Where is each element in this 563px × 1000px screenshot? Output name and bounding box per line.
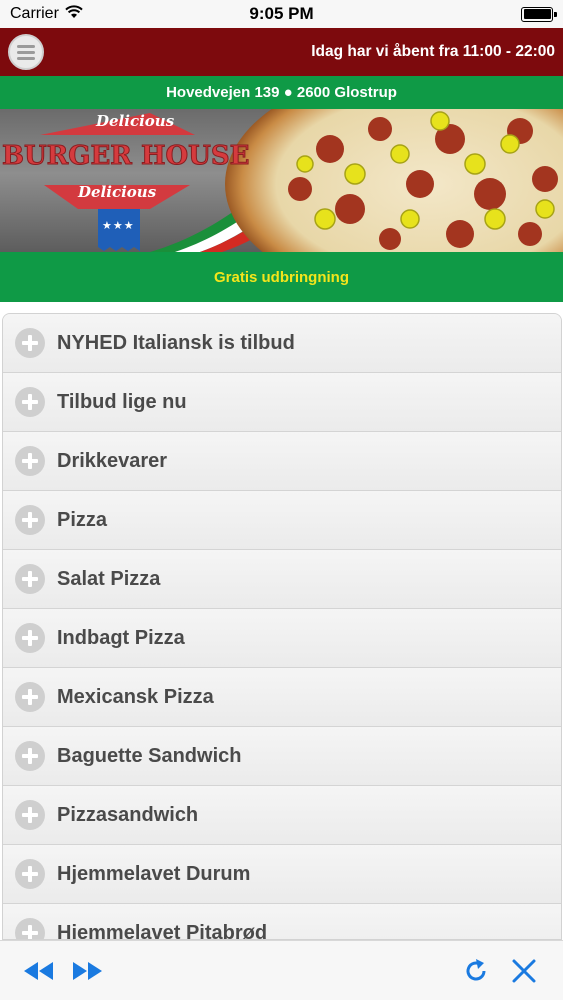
banner-stars: ★★★ (102, 220, 135, 232)
list-item-label: Drikkevarer (57, 449, 168, 472)
plus-circle-icon (15, 741, 45, 771)
plus-circle-icon (15, 564, 45, 594)
list-item-label: Pizzasandwich (57, 803, 199, 826)
plus-circle-icon (15, 446, 45, 476)
list-item-label: Indbagt Pizza (57, 626, 185, 649)
menu-category-list: NYHED Italiansk is tilbud Tilbud lige nu… (2, 313, 562, 940)
list-item-label: NYHED Italiansk is tilbud (57, 331, 295, 354)
free-delivery-banner: Gratis udbringning (0, 252, 563, 302)
list-item[interactable]: Pizza (3, 491, 561, 550)
list-item-label: Mexicansk Pizza (57, 685, 214, 708)
restaurant-banner: Delicious BURGER HOUSE Delicious ★★★ (0, 109, 563, 252)
list-item[interactable]: Drikkevarer (3, 432, 561, 491)
close-icon[interactable] (507, 954, 541, 988)
app-header: Idag har vi åbent fra 11:00 - 22:00 (0, 28, 563, 76)
browser-toolbar (0, 940, 563, 1000)
plus-circle-icon (15, 918, 45, 939)
status-bar: Carrier 9:05 PM (0, 0, 563, 28)
list-item[interactable]: Baguette Sandwich (3, 727, 561, 786)
hamburger-menu-icon[interactable] (8, 34, 44, 70)
address-bar: Hovedvejen 139 ● 2600 Glostrup (0, 76, 563, 109)
plus-circle-icon (15, 859, 45, 889)
list-item-label: Tilbud lige nu (57, 390, 187, 413)
list-item[interactable]: Mexicansk Pizza (3, 668, 561, 727)
plus-circle-icon (15, 328, 45, 358)
banner-brand: BURGER HOUSE (1, 141, 250, 172)
banner-ribbon-bottom: Delicious (78, 183, 157, 201)
carrier-label: Carrier (10, 5, 59, 22)
list-item[interactable]: Indbagt Pizza (3, 609, 561, 668)
list-item[interactable]: Salat Pizza (3, 550, 561, 609)
clock: 9:05 PM (249, 4, 314, 23)
back-icon[interactable] (22, 954, 56, 988)
plus-circle-icon (15, 387, 45, 417)
list-item-label: Baguette Sandwich (57, 744, 242, 767)
plus-circle-icon (15, 682, 45, 712)
list-item[interactable]: Hjemmelavet Durum (3, 845, 561, 904)
list-item-label: Hjemmelavet Durum (57, 862, 251, 885)
list-item[interactable]: Tilbud lige nu (3, 373, 561, 432)
plus-circle-icon (15, 800, 45, 830)
refresh-icon[interactable] (459, 954, 493, 988)
wifi-icon (65, 4, 83, 24)
opening-hours: Idag har vi åbent fra 11:00 - 22:00 (311, 43, 555, 60)
list-item-label: Salat Pizza (57, 567, 161, 590)
banner-ribbon-top: Delicious (96, 112, 175, 130)
forward-icon[interactable] (70, 954, 104, 988)
list-item-label: Hjemmelavet Pitabrød (57, 921, 268, 940)
list-item[interactable]: Hjemmelavet Pitabrød (3, 904, 561, 940)
plus-circle-icon (15, 505, 45, 535)
list-item[interactable]: Pizzasandwich (3, 786, 561, 845)
list-item-label: Pizza (57, 508, 108, 531)
plus-circle-icon (15, 623, 45, 653)
battery-icon (521, 6, 557, 22)
list-item[interactable]: NYHED Italiansk is tilbud (3, 314, 561, 373)
